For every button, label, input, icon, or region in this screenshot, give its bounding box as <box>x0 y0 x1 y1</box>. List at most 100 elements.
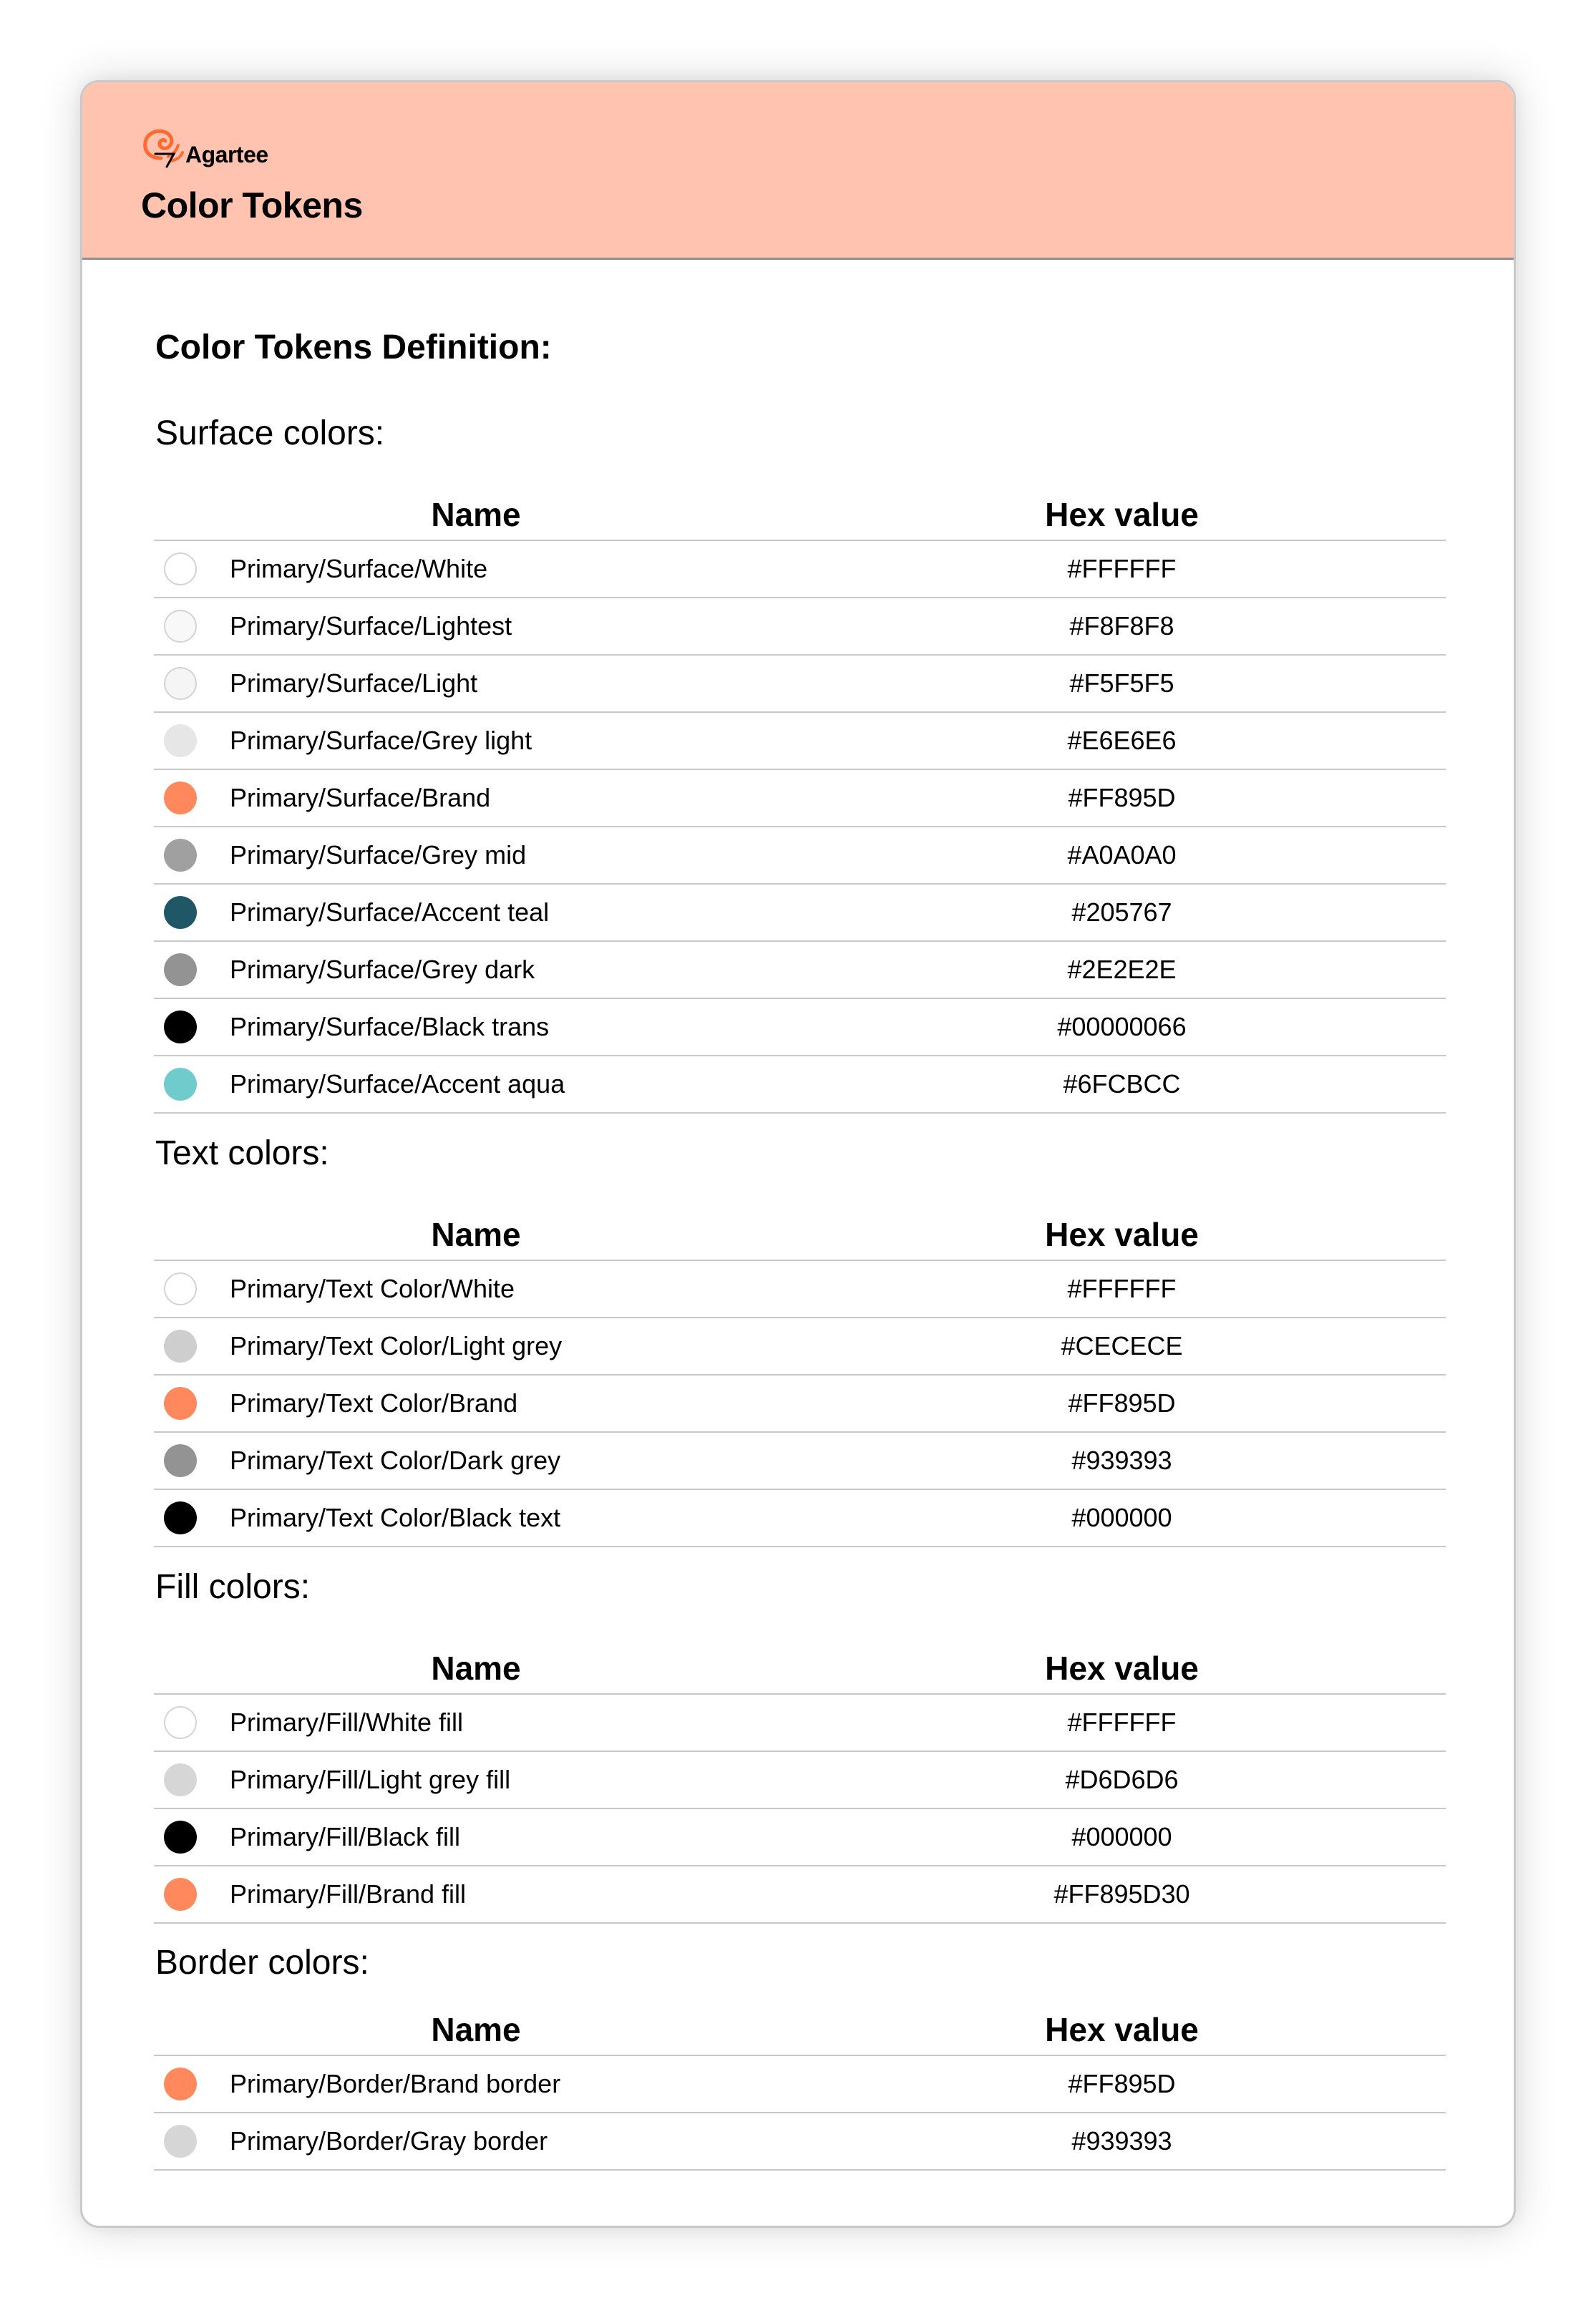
token-name: Primary/Surface/Brand <box>230 783 491 812</box>
table-header-row: Name Hex value <box>154 478 1446 541</box>
table-row: Primary/Surface/Grey mid #A0A0A0 <box>154 827 1446 885</box>
color-swatch <box>164 953 197 986</box>
token-name-wrapper: Primary/Surface/Black trans <box>154 1011 798 1043</box>
token-name: Primary/Surface/White <box>230 554 488 583</box>
column-header-name: Name <box>154 1993 798 2056</box>
token-name-wrapper: Primary/Text Color/White <box>154 1272 798 1305</box>
token-name-wrapper: Primary/Surface/Grey dark <box>154 953 798 986</box>
token-name-cell: Primary/Fill/Brand fill <box>154 1866 798 1924</box>
token-name-cell: Primary/Text Color/Dark grey <box>154 1432 798 1490</box>
token-hex-value: #FF895D <box>798 2055 1446 2113</box>
table-row: Primary/Surface/Grey light #E6E6E6 <box>154 712 1446 770</box>
token-table: Name Hex value Primary/Fill/White fill #FFF… <box>154 1632 1446 1924</box>
token-name-wrapper: Primary/Border/Gray border <box>154 2125 798 2158</box>
column-header-hex: Hex value <box>798 478 1446 541</box>
token-name-cell: Primary/Border/Brand border <box>154 2055 798 2113</box>
color-swatch <box>164 839 197 872</box>
token-hex-value: #FFFFFF <box>798 1694 1446 1752</box>
token-hex-value: #F8F8F8 <box>798 598 1446 656</box>
token-hex-value: #000000 <box>798 1489 1446 1547</box>
token-name-wrapper: Primary/Surface/Grey mid <box>154 839 798 872</box>
token-name-cell: Primary/Surface/Grey dark <box>154 941 798 999</box>
table-row: Primary/Text Color/White #FFFFFF <box>154 1260 1446 1318</box>
brand-logo: Agartee <box>140 118 268 170</box>
token-hex-value: #6FCBCC <box>798 1056 1446 1114</box>
token-name-wrapper: Primary/Fill/Light grey fill <box>154 1763 798 1796</box>
color-swatch <box>164 1821 197 1854</box>
token-name-cell: Primary/Text Color/Brand <box>154 1375 798 1433</box>
token-hex-value: #FF895D <box>798 769 1446 827</box>
token-name: Primary/Surface/Accent teal <box>230 897 550 927</box>
token-hex-value: #D6D6D6 <box>798 1751 1446 1809</box>
token-hex-value: #FF895D <box>798 1375 1446 1433</box>
token-name: Primary/Text Color/Black text <box>230 1503 561 1532</box>
column-header-hex: Hex value <box>798 1632 1446 1695</box>
table-row: Primary/Surface/Light #F5F5F5 <box>154 655 1446 713</box>
token-name-cell: Primary/Text Color/Light grey <box>154 1318 798 1375</box>
token-name-wrapper: Primary/Border/Brand border <box>154 2068 798 2100</box>
token-hex-value: #FFFFFF <box>798 540 1446 598</box>
color-swatch <box>164 667 197 700</box>
token-name-cell: Primary/Fill/Black fill <box>154 1808 798 1866</box>
token-name-wrapper: Primary/Surface/Grey light <box>154 724 798 757</box>
token-hex-value: #939393 <box>798 2113 1446 2171</box>
token-name-wrapper: Primary/Surface/Brand <box>154 781 798 814</box>
token-name-wrapper: Primary/Surface/Light <box>154 667 798 700</box>
token-name-cell: Primary/Fill/White fill <box>154 1694 798 1752</box>
token-hex-value: #FFFFFF <box>798 1260 1446 1318</box>
table-row: Primary/Fill/Light grey fill #D6D6D6 <box>154 1751 1446 1809</box>
token-name-wrapper: Primary/Text Color/Dark grey <box>154 1444 798 1477</box>
token-name-cell: Primary/Surface/Lightest <box>154 598 798 656</box>
token-name: Primary/Fill/White fill <box>230 1708 464 1737</box>
color-swatch <box>164 1878 197 1911</box>
token-name: Primary/Surface/Lightest <box>230 611 512 641</box>
page-header: Agartee Color Tokens <box>82 82 1514 260</box>
token-name-cell: Primary/Border/Gray border <box>154 2113 798 2171</box>
token-name: Primary/Text Color/Brand <box>230 1388 518 1418</box>
column-header-hex: Hex value <box>798 1198 1446 1261</box>
token-name-wrapper: Primary/Text Color/Black text <box>154 1501 798 1534</box>
color-swatch <box>164 1706 197 1739</box>
token-name-cell: Primary/Surface/Grey light <box>154 712 798 770</box>
color-swatch <box>164 1501 197 1534</box>
token-name: Primary/Text Color/Light grey <box>230 1331 563 1360</box>
token-table: Name Hex value Primary/Surface/White #FFFFF… <box>154 478 1446 1114</box>
token-name: Primary/Surface/Grey dark <box>230 955 535 984</box>
token-name-wrapper: Primary/Surface/White <box>154 552 798 585</box>
token-hex-value: #FF895D30 <box>798 1866 1446 1924</box>
table-header-row: Name Hex value <box>154 1198 1446 1261</box>
table-row: Primary/Surface/Brand #FF895D <box>154 769 1446 827</box>
color-swatch <box>164 1330 197 1363</box>
color-swatch <box>164 2125 197 2158</box>
token-name-cell: Primary/Text Color/White <box>154 1260 798 1318</box>
column-header-hex: Hex value <box>798 1993 1446 2056</box>
token-hex-value: #2E2E2E <box>798 941 1446 999</box>
token-name-wrapper: Primary/Surface/Accent teal <box>154 896 798 929</box>
table-row: Primary/Surface/Accent teal #205767 <box>154 884 1446 942</box>
section-title: Text colors: <box>155 1134 329 1172</box>
token-hex-value: #E6E6E6 <box>798 712 1446 770</box>
token-name-cell: Primary/Surface/Light <box>154 655 798 713</box>
token-name-cell: Primary/Surface/Accent teal <box>154 884 798 942</box>
token-name: Primary/Text Color/White <box>230 1274 515 1303</box>
column-header-name: Name <box>154 1632 798 1695</box>
token-name-wrapper: Primary/Text Color/Light grey <box>154 1330 798 1363</box>
brand-logo-text: Agartee <box>185 142 268 167</box>
table-row: Primary/Surface/Black trans #00000066 <box>154 998 1446 1056</box>
token-hex-value: #00000066 <box>798 998 1446 1056</box>
section-title: Fill colors: <box>155 1568 311 1606</box>
color-swatch <box>164 1763 197 1796</box>
token-name-wrapper: Primary/Surface/Lightest <box>154 610 798 643</box>
section-title: Border colors: <box>155 1944 369 1982</box>
token-name: Primary/Fill/Brand fill <box>230 1879 467 1909</box>
token-name-wrapper: Primary/Surface/Accent aqua <box>154 1068 798 1101</box>
token-name-wrapper: Primary/Fill/White fill <box>154 1706 798 1739</box>
token-name-cell: Primary/Text Color/Black text <box>154 1489 798 1547</box>
token-name-wrapper: Primary/Fill/Black fill <box>154 1821 798 1854</box>
token-name-wrapper: Primary/Text Color/Brand <box>154 1387 798 1420</box>
table-row: Primary/Text Color/Light grey #CECECE <box>154 1318 1446 1375</box>
color-swatch <box>164 1444 197 1477</box>
color-swatch <box>164 1387 197 1420</box>
token-name-wrapper: Primary/Fill/Brand fill <box>154 1878 798 1911</box>
table-header-row: Name Hex value <box>154 1632 1446 1695</box>
